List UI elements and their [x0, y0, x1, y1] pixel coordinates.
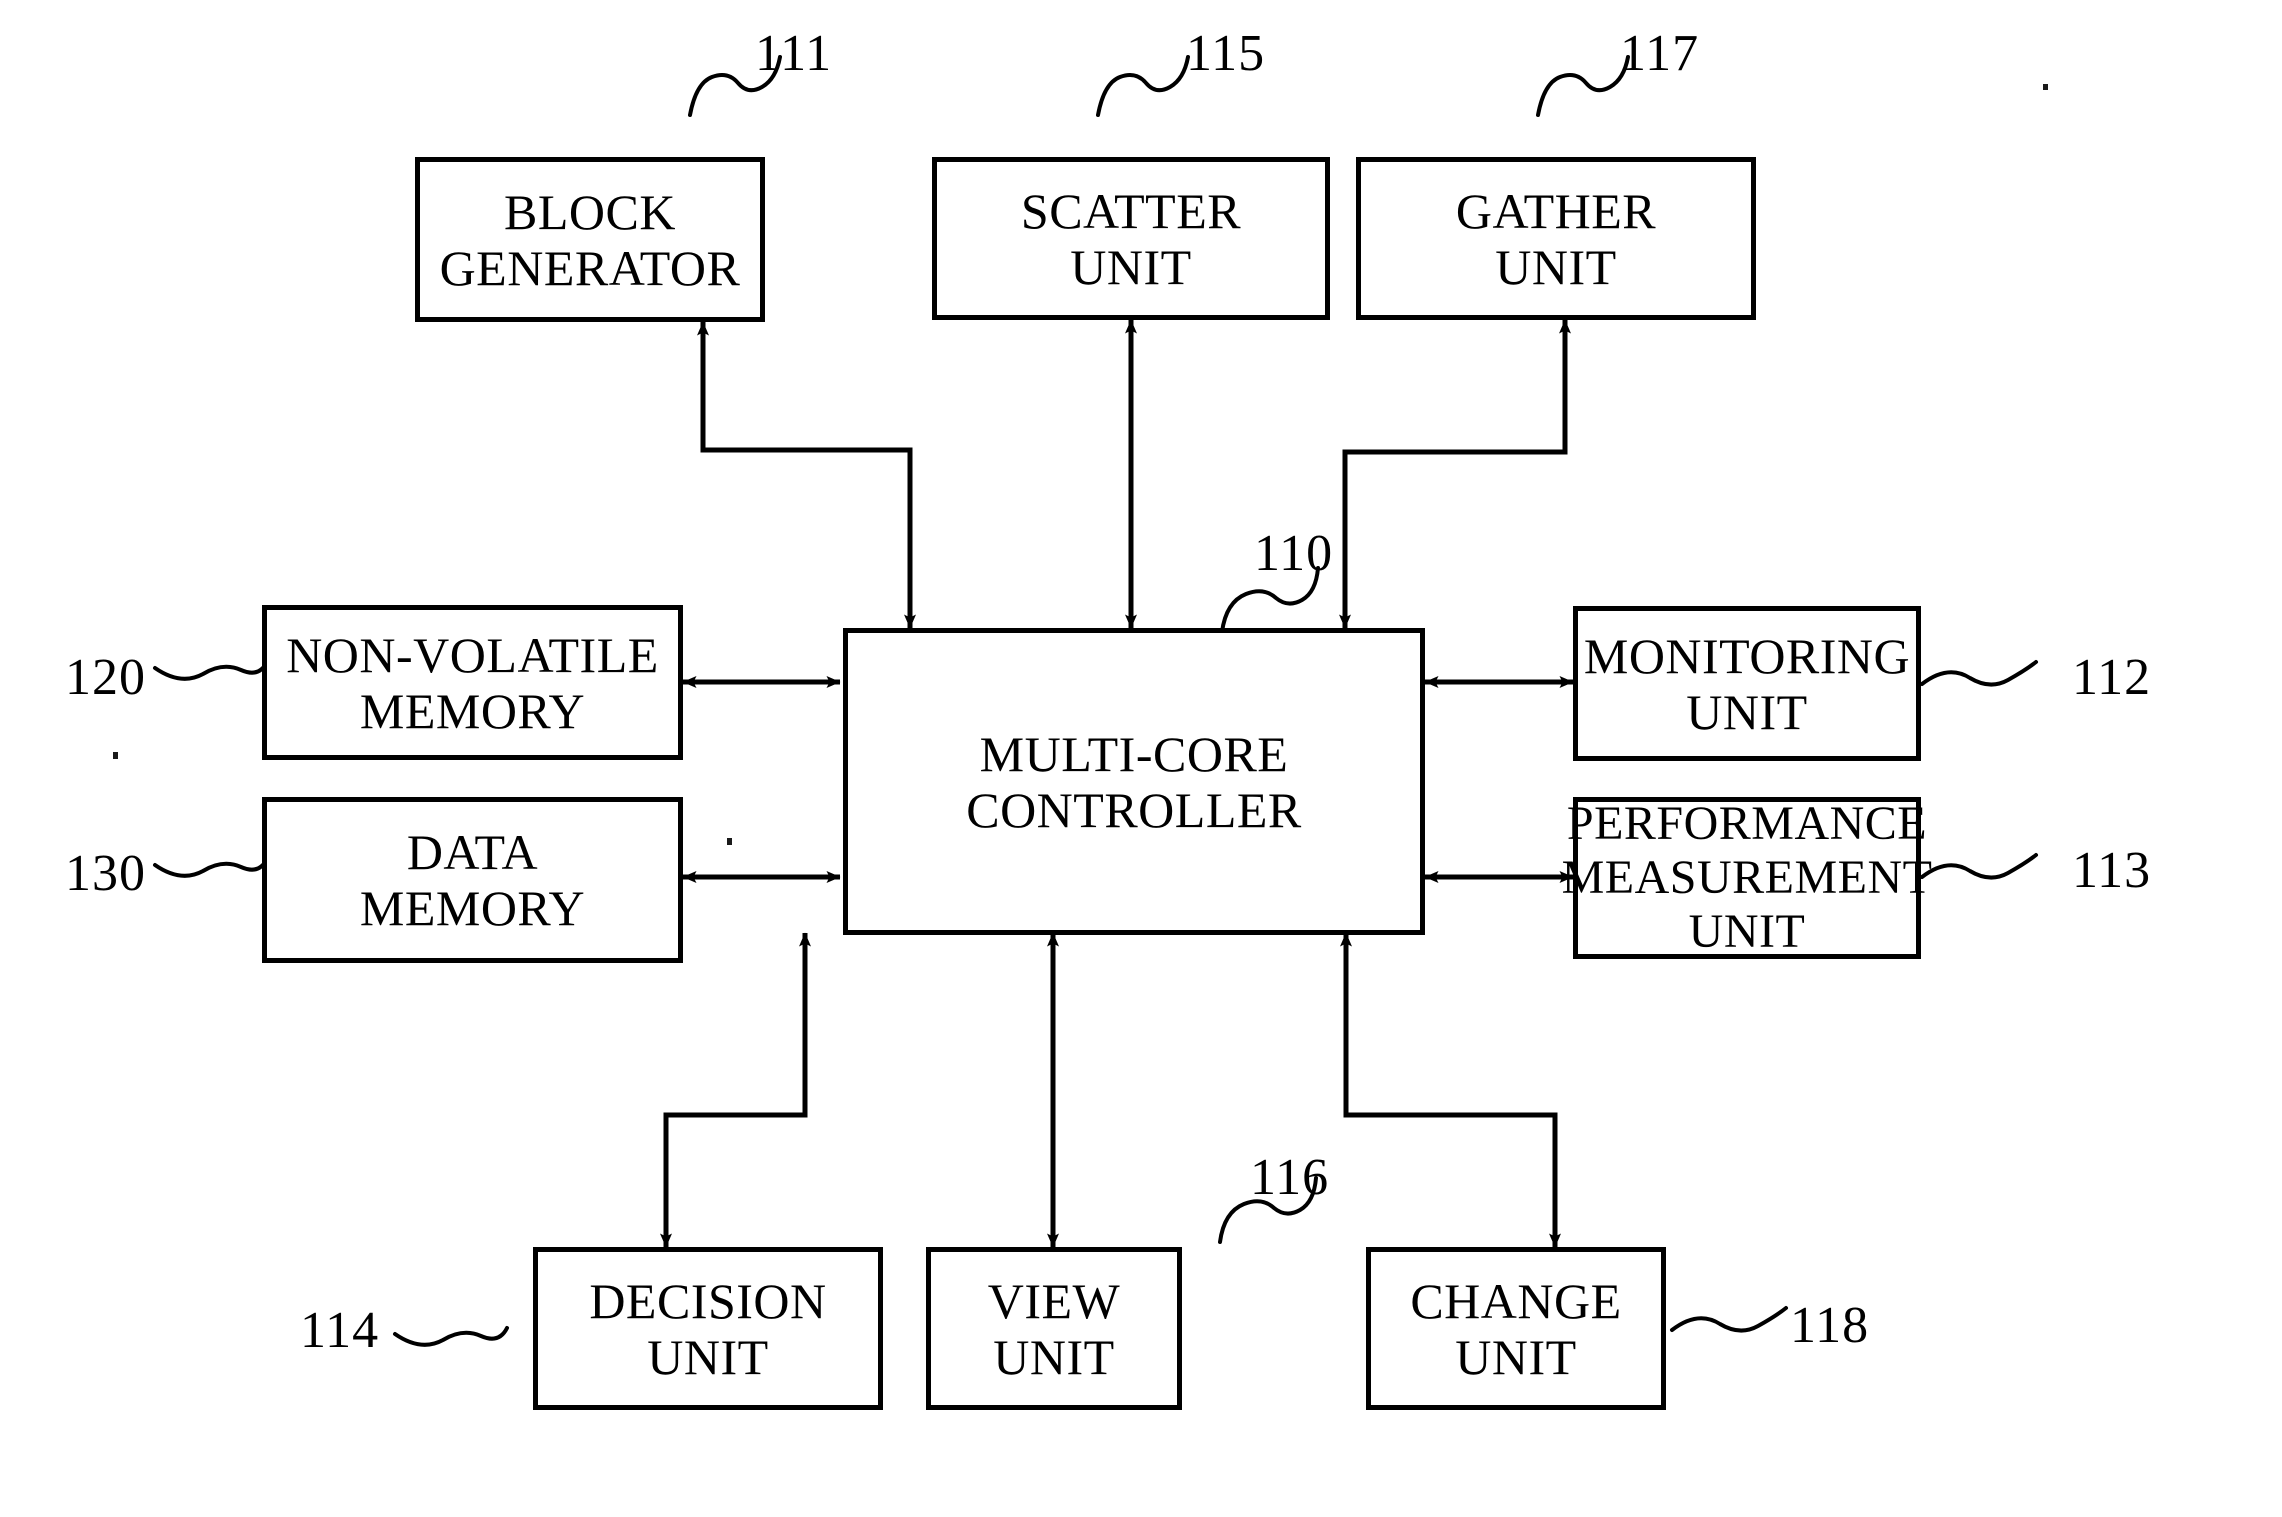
gather-unit-label: GATHER UNIT: [1455, 182, 1657, 295]
ref-number-112: 112: [2072, 649, 2152, 706]
leader-113: [1920, 853, 2038, 880]
ref-number-117: 117: [1620, 25, 1700, 82]
ref-number-113: 113: [2072, 842, 2152, 899]
scan-speck-top-right: [2043, 84, 2048, 90]
ref-number-111: 111: [755, 25, 833, 82]
scatter-unit-box[interactable]: SCATTER UNIT: [932, 157, 1330, 320]
leader-112: [1920, 660, 2038, 687]
change-unit-box[interactable]: CHANGE UNIT: [1366, 1247, 1666, 1410]
data-memory-box[interactable]: DATA MEMORY: [262, 797, 683, 963]
block-generator-label: BLOCK GENERATOR: [439, 183, 741, 296]
wire-controller-to-gather-unit: [1339, 319, 1571, 629]
patent-block-diagram: BLOCK GENERATOR SCATTER UNIT GATHER UNIT…: [0, 0, 2282, 1517]
leader-115: [1096, 55, 1190, 117]
ref-number-118: 118: [1790, 1297, 1870, 1354]
gather-unit-box[interactable]: GATHER UNIT: [1356, 157, 1756, 320]
scan-speck-mid: [727, 838, 732, 845]
ref-number-115: 115: [1186, 25, 1266, 82]
wire-controller-to-decision-unit: [660, 932, 811, 1248]
view-unit-label: VIEW UNIT: [987, 1272, 1121, 1385]
performance-measurement-unit-box[interactable]: PERFORMANCE MEASUREMENT UNIT: [1562, 797, 1932, 959]
ref-number-116: 116: [1250, 1149, 1330, 1206]
ref-number-114: 114: [300, 1302, 380, 1359]
block-generator-box[interactable]: BLOCK GENERATOR: [415, 157, 765, 322]
wire-controller-to-change-unit: [1340, 932, 1561, 1248]
performance-measurement-unit-label: PERFORMANCE MEASUREMENT UNIT: [1561, 797, 1933, 958]
leader-118: [1670, 1306, 1788, 1333]
ref-number-130: 130: [65, 845, 146, 902]
leader-114: [393, 1326, 509, 1347]
leader-117: [1536, 55, 1630, 117]
multi-core-controller-label: MULTI-CORE CONTROLLER: [966, 725, 1302, 838]
ref-number-110: 110: [1254, 525, 1334, 582]
leader-130: [153, 857, 269, 878]
monitoring-unit-box[interactable]: MONITORING UNIT: [1573, 606, 1921, 761]
non-volatile-memory-label: NON-VOLATILE MEMORY: [286, 626, 659, 739]
monitoring-unit-label: MONITORING UNIT: [1583, 627, 1911, 740]
multi-core-controller-box[interactable]: MULTI-CORE CONTROLLER: [843, 628, 1425, 935]
decision-unit-box[interactable]: DECISION UNIT: [533, 1247, 883, 1410]
scatter-unit-label: SCATTER UNIT: [1020, 182, 1242, 295]
wire-controller-to-block-generator: [697, 321, 916, 629]
ref-number-120: 120: [65, 649, 146, 706]
leader-120: [153, 660, 269, 681]
non-volatile-memory-box[interactable]: NON-VOLATILE MEMORY: [262, 605, 683, 760]
view-unit-box[interactable]: VIEW UNIT: [926, 1247, 1182, 1410]
scan-speck-left: [113, 752, 118, 759]
data-memory-label: DATA MEMORY: [359, 824, 586, 936]
decision-unit-label: DECISION UNIT: [589, 1272, 827, 1385]
change-unit-label: CHANGE UNIT: [1410, 1272, 1622, 1385]
